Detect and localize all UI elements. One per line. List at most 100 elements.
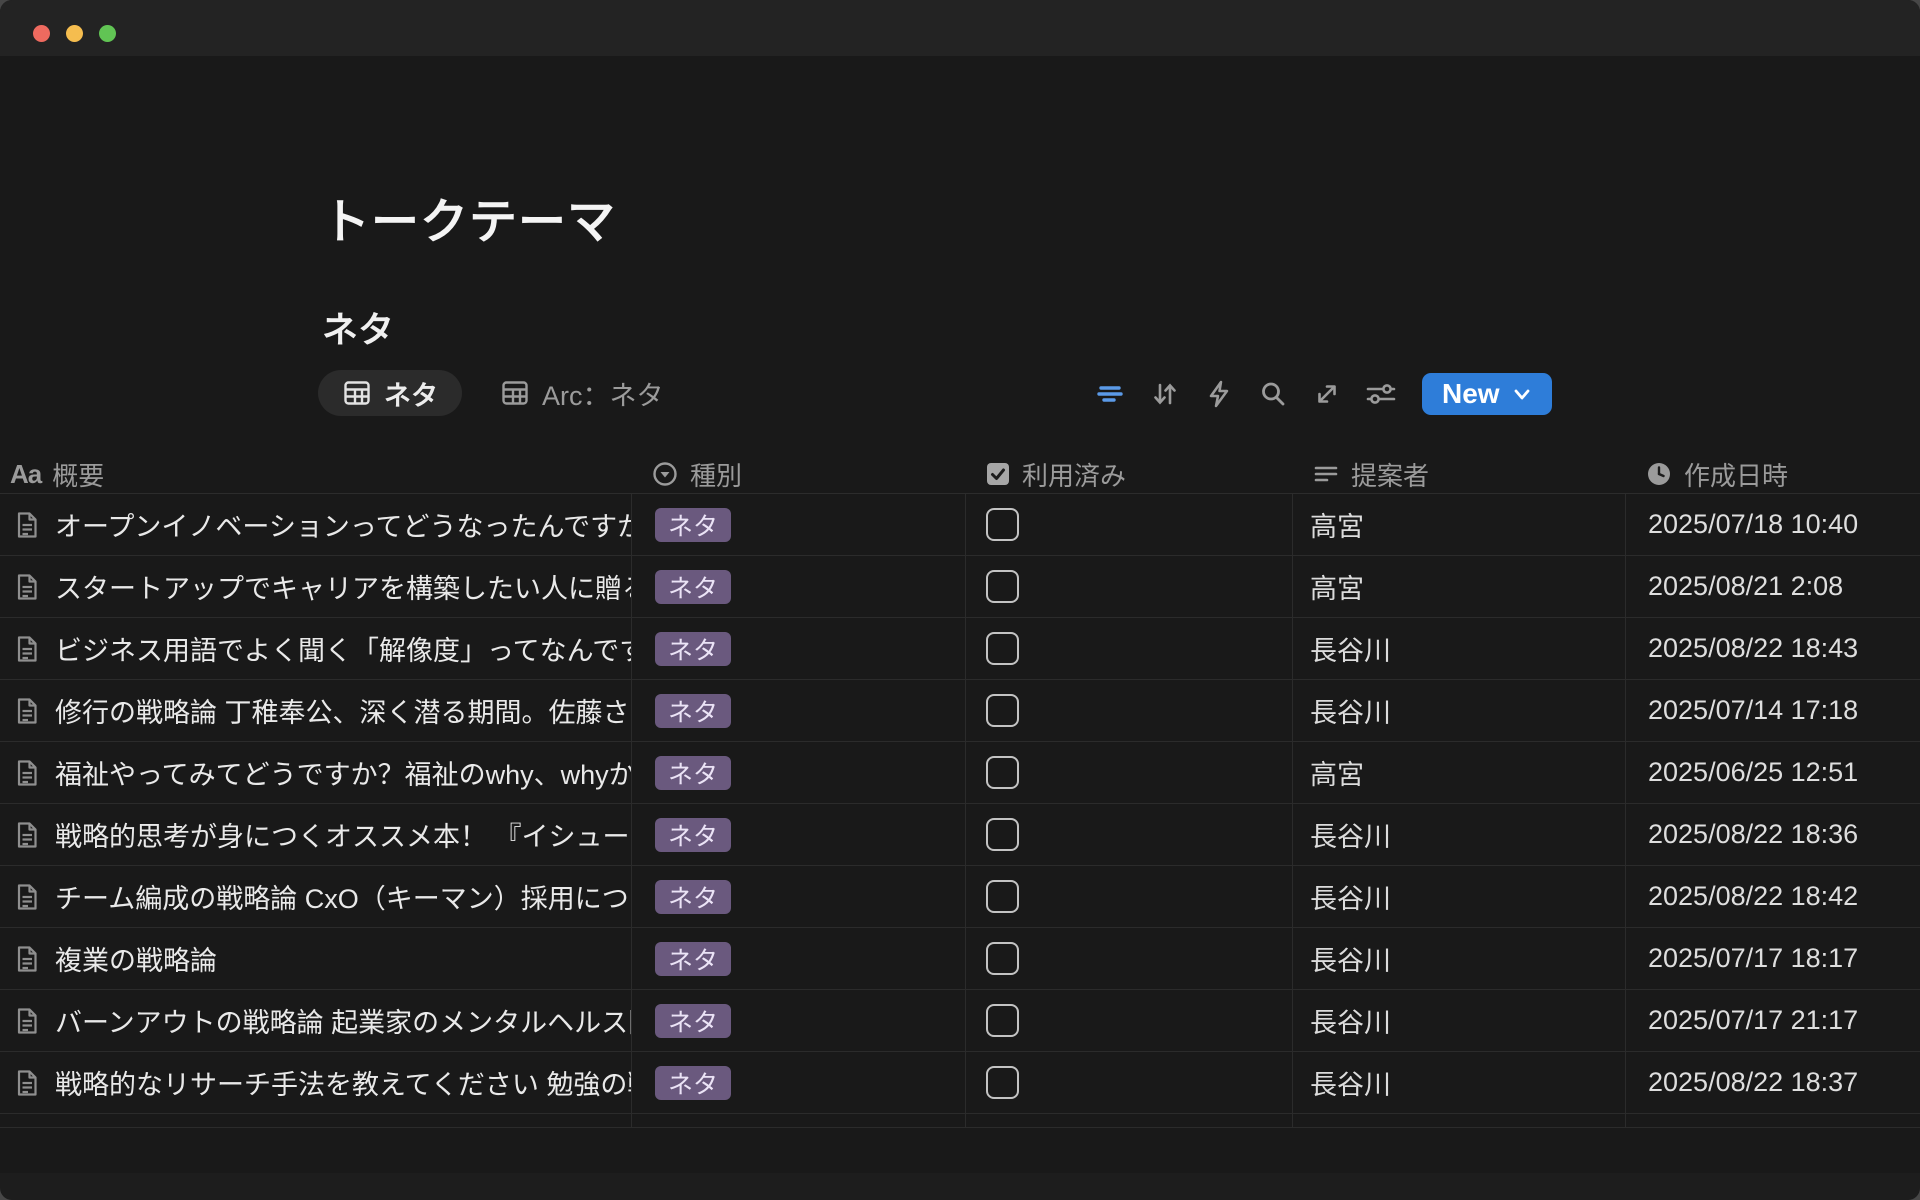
row-created-cell[interactable]: 2025/07/18 10:40: [1625, 494, 1920, 555]
chevron-down-icon[interactable]: [1510, 382, 1534, 406]
used-checkbox[interactable]: [986, 880, 1019, 913]
sort-icon[interactable]: [1142, 372, 1188, 416]
row-type-cell[interactable]: ネタ: [631, 990, 965, 1051]
view-tab-neta[interactable]: ネタ: [318, 370, 462, 416]
row-title-cell[interactable]: ビジネス用語でよく聞く「解像度」ってなんですか？: [0, 618, 631, 679]
column-header-overview[interactable]: Aa 概要: [0, 455, 631, 493]
row-used-cell[interactable]: [965, 1052, 1292, 1113]
row-title-cell[interactable]: 修行の戦略論 丁稚奉公、深く潜る期間。佐藤さんのゆる: [0, 680, 631, 741]
row-created-cell[interactable]: 2025/08/22 18:36: [1625, 804, 1920, 865]
row-type-cell[interactable]: ネタ: [631, 1052, 965, 1113]
used-checkbox[interactable]: [986, 508, 1019, 541]
type-tag[interactable]: ネタ: [655, 1066, 731, 1100]
row-proposer-cell[interactable]: 長谷川: [1292, 804, 1625, 865]
row-title-cell[interactable]: オープンイノベーションってどうなったんですか？大企業: [0, 494, 631, 555]
row-proposer-cell[interactable]: 高宮: [1292, 742, 1625, 803]
row-created-cell[interactable]: 2025/08/22 18:37: [1625, 1052, 1920, 1113]
minimize-window-button[interactable]: [66, 25, 83, 42]
row-created-cell[interactable]: 2025/08/22 18:42: [1625, 866, 1920, 927]
row-used-cell[interactable]: [965, 494, 1292, 555]
used-checkbox[interactable]: [986, 1066, 1019, 1099]
table-row[interactable]: バーンアウトの戦略論 起業家のメンタルヘルス問題 ネタ 長谷川 2025/07/…: [0, 990, 1920, 1052]
table-row[interactable]: オープンイノベーションってどうなったんですか？大企業 ネタ 高宮 2025/07…: [0, 494, 1920, 556]
row-used-cell[interactable]: [965, 804, 1292, 865]
row-title-cell[interactable]: 複業の戦略論: [0, 928, 631, 989]
row-proposer-cell[interactable]: 長谷川: [1292, 990, 1625, 1051]
row-created-cell[interactable]: 2025/07/14 17:18: [1625, 680, 1920, 741]
row-title-cell[interactable]: 福祉やってみてどうですか？福祉のwhy、whyからみた福: [0, 742, 631, 803]
used-checkbox[interactable]: [986, 570, 1019, 603]
row-used-cell[interactable]: [965, 866, 1292, 927]
row-type-cell[interactable]: ネタ: [631, 494, 965, 555]
row-created-cell[interactable]: 2025/08/22 18:43: [1625, 618, 1920, 679]
used-checkbox[interactable]: [986, 1004, 1019, 1037]
row-proposer-cell[interactable]: 高宮: [1292, 556, 1625, 617]
row-used-cell[interactable]: [965, 680, 1292, 741]
table-row[interactable]: 戦略的なリサーチ手法を教えてください 勉強の戦略論、 ネタ 長谷川 2025/0…: [0, 1052, 1920, 1114]
expand-icon[interactable]: [1304, 372, 1350, 416]
table-row[interactable]: 修行の戦略論 丁稚奉公、深く潜る期間。佐藤さんのゆる ネタ 長谷川 2025/0…: [0, 680, 1920, 742]
row-type-cell[interactable]: ネタ: [631, 928, 965, 989]
new-button[interactable]: New: [1422, 373, 1552, 415]
row-proposer-cell[interactable]: 長谷川: [1292, 1052, 1625, 1113]
row-proposer-cell[interactable]: 長谷川: [1292, 680, 1625, 741]
database-table: Aa 概要 種別 利用済み 提案者: [0, 455, 1920, 1128]
proposer-name: 長谷川: [1310, 691, 1391, 730]
row-created-cell[interactable]: 2025/07/17 21:17: [1625, 990, 1920, 1051]
search-icon[interactable]: [1250, 372, 1296, 416]
type-tag[interactable]: ネタ: [655, 632, 731, 666]
row-title-cell[interactable]: 戦略的なリサーチ手法を教えてください 勉強の戦略論、: [0, 1052, 631, 1113]
row-proposer-cell[interactable]: 長谷川: [1292, 618, 1625, 679]
filter-icon[interactable]: [1088, 372, 1134, 416]
row-type-cell[interactable]: ネタ: [631, 556, 965, 617]
type-tag[interactable]: ネタ: [655, 508, 731, 542]
row-type-cell[interactable]: ネタ: [631, 680, 965, 741]
row-title-cell[interactable]: 戦略的思考が身につくオススメ本！ 『イシューから始め: [0, 804, 631, 865]
type-tag[interactable]: ネタ: [655, 880, 731, 914]
row-proposer-cell[interactable]: 高宮: [1292, 494, 1625, 555]
row-type-cell[interactable]: ネタ: [631, 742, 965, 803]
close-window-button[interactable]: [33, 25, 50, 42]
row-proposer-cell[interactable]: 長谷川: [1292, 866, 1625, 927]
used-checkbox[interactable]: [986, 632, 1019, 665]
used-checkbox[interactable]: [986, 818, 1019, 851]
row-proposer-cell[interactable]: 長谷川: [1292, 928, 1625, 989]
table-row[interactable]: スタートアップでキャリアを構築したい人に贈る戦略論 ネタ 高宮 2025/08/…: [0, 556, 1920, 618]
row-type-cell[interactable]: ネタ: [631, 804, 965, 865]
type-tag[interactable]: ネタ: [655, 942, 731, 976]
row-type-cell[interactable]: ネタ: [631, 866, 965, 927]
table-row[interactable]: チーム編成の戦略論 CxO（キーマン）採用について ネタ 長谷川 2025/08…: [0, 866, 1920, 928]
column-header-proposer[interactable]: 提案者: [1292, 455, 1625, 493]
row-type-cell[interactable]: ネタ: [631, 618, 965, 679]
used-checkbox[interactable]: [986, 942, 1019, 975]
used-checkbox[interactable]: [986, 694, 1019, 727]
table-row[interactable]: ビジネス用語でよく聞く「解像度」ってなんですか？ ネタ 長谷川 2025/08/…: [0, 618, 1920, 680]
row-used-cell[interactable]: [965, 556, 1292, 617]
used-checkbox[interactable]: [986, 756, 1019, 789]
table-row[interactable]: 複業の戦略論 ネタ 長谷川 2025/07/17 18:17: [0, 928, 1920, 990]
type-tag[interactable]: ネタ: [655, 570, 731, 604]
row-used-cell[interactable]: [965, 618, 1292, 679]
column-header-created-time[interactable]: 作成日時: [1625, 455, 1920, 493]
row-created-cell[interactable]: 2025/07/17 18:17: [1625, 928, 1920, 989]
row-created-cell[interactable]: 2025/06/25 12:51: [1625, 742, 1920, 803]
zoom-window-button[interactable]: [99, 25, 116, 42]
row-title-cell[interactable]: チーム編成の戦略論 CxO（キーマン）採用について: [0, 866, 631, 927]
column-header-type[interactable]: 種別: [631, 455, 965, 493]
view-tab-arc-neta[interactable]: Arc：ネタ: [476, 370, 688, 416]
row-used-cell[interactable]: [965, 990, 1292, 1051]
view-settings-icon[interactable]: [1358, 372, 1404, 416]
row-created-cell[interactable]: 2025/08/21 2:08: [1625, 556, 1920, 617]
column-header-used[interactable]: 利用済み: [965, 455, 1292, 493]
type-tag[interactable]: ネタ: [655, 818, 731, 852]
type-tag[interactable]: ネタ: [655, 756, 731, 790]
row-title-cell[interactable]: バーンアウトの戦略論 起業家のメンタルヘルス問題: [0, 990, 631, 1051]
type-tag[interactable]: ネタ: [655, 694, 731, 728]
table-row[interactable]: 戦略的思考が身につくオススメ本！ 『イシューから始め ネタ 長谷川 2025/0…: [0, 804, 1920, 866]
row-used-cell[interactable]: [965, 928, 1292, 989]
table-row[interactable]: 福祉やってみてどうですか？福祉のwhy、whyからみた福 ネタ 高宮 2025/…: [0, 742, 1920, 804]
type-tag[interactable]: ネタ: [655, 1004, 731, 1038]
row-used-cell[interactable]: [965, 742, 1292, 803]
row-title-cell[interactable]: スタートアップでキャリアを構築したい人に贈る戦略論: [0, 556, 631, 617]
automation-icon[interactable]: [1196, 372, 1242, 416]
